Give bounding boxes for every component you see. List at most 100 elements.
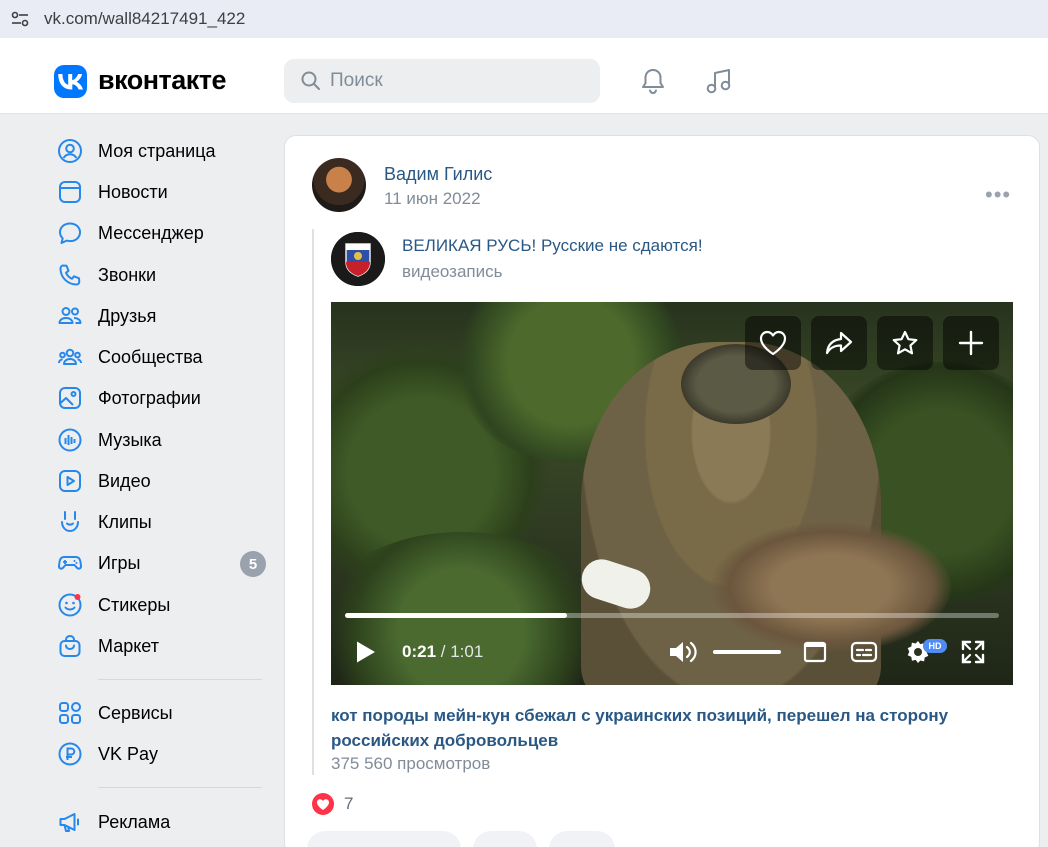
miniplayer-icon[interactable]: [802, 638, 828, 666]
video-icon: [56, 467, 84, 495]
sidebar-item-video[interactable]: Видео: [56, 466, 268, 496]
sidebar-item-label: Игры: [98, 552, 141, 573]
likes-count: 7: [344, 794, 354, 813]
plus-icon: [958, 330, 984, 356]
music-icon: [56, 426, 84, 454]
search-icon: [301, 71, 320, 90]
sidebar-item-label: Мессенджер: [98, 222, 204, 243]
vk-logo-icon[interactable]: [54, 65, 87, 98]
subtitles-icon[interactable]: [849, 638, 879, 666]
games-icon: [56, 549, 84, 577]
sidebar-item-news[interactable]: Новости: [56, 177, 268, 207]
sidebar-item-label: Музыка: [98, 429, 162, 450]
friends-icon: [56, 302, 84, 330]
play-icon[interactable]: [353, 638, 379, 666]
search-input[interactable]: [330, 69, 580, 93]
post-date[interactable]: 11 июн 2022: [384, 189, 481, 209]
sidebar-item-services[interactable]: Сервисы: [56, 698, 268, 728]
browser-address-bar: vk.com/wall84217491_422: [0, 0, 1048, 40]
video-like-button[interactable]: [745, 316, 801, 370]
phone-icon: [56, 261, 84, 289]
services-icon: [56, 699, 84, 727]
author-avatar[interactable]: [312, 158, 366, 212]
sidebar-item-label: Сервисы: [98, 702, 173, 723]
sidebar-item-label: VK Pay: [98, 743, 159, 764]
time-separator: /: [436, 642, 451, 661]
market-icon: [56, 632, 84, 660]
video-progress-fill: [345, 613, 568, 618]
vk-logo-text[interactable]: вконтакте: [98, 65, 227, 96]
volume-slider[interactable]: [713, 650, 781, 654]
sidebar-item-label: Маркет: [98, 635, 159, 656]
user-circle-icon: [56, 137, 84, 165]
sidebar-item-market[interactable]: Маркет: [56, 631, 268, 661]
sidebar-item-label: Реклама: [98, 811, 171, 832]
share-action-button[interactable]: [549, 831, 615, 847]
sidebar-item-calls[interactable]: Звонки: [56, 260, 268, 290]
site-settings-icon[interactable]: [10, 9, 30, 29]
star-outline-icon: [892, 330, 918, 355]
sidebar-item-messenger[interactable]: Мессенджер: [56, 218, 268, 248]
sidebar-item-stickers[interactable]: Стикеры: [56, 590, 268, 620]
sidebar-item-photos[interactable]: Фотографии: [56, 383, 268, 413]
sidebar-item-games[interactable]: Игры 5: [56, 548, 268, 578]
bell-icon[interactable]: [638, 66, 668, 96]
games-counter-badge: 5: [240, 551, 266, 577]
photos-icon: [56, 384, 84, 412]
sidebar-item-label: Сообщества: [98, 346, 203, 367]
volume-icon[interactable]: [667, 638, 699, 666]
video-time: 0:21 / 1:01: [402, 642, 483, 662]
sidebar-item-music[interactable]: Музыка: [56, 425, 268, 455]
duration: 1:01: [450, 642, 484, 661]
address-pill[interactable]: vk.com/wall84217491_422: [0, 0, 1048, 38]
like-action-button[interactable]: [307, 831, 461, 847]
video-progress-bar[interactable]: [345, 613, 999, 618]
vkpay-icon: [56, 740, 84, 768]
current-time: 0:21: [402, 642, 437, 661]
repost-type: видеозапись: [402, 262, 503, 281]
message-icon: [56, 219, 84, 247]
likes-summary[interactable]: 7: [312, 793, 353, 815]
sidebar-item-vkpay[interactable]: VK Pay: [56, 739, 268, 769]
more-options-icon[interactable]: •••: [985, 182, 1011, 208]
sidebar-item-label: Моя страница: [98, 140, 216, 161]
repost-title[interactable]: ВЕЛИКАЯ РУСЬ! Русские не сдаются!: [402, 236, 703, 256]
repost-line: [312, 229, 314, 775]
post-author[interactable]: Вадим Гилис: [384, 164, 492, 185]
fullscreen-icon[interactable]: [959, 638, 987, 666]
vk-header: вконтакте: [0, 40, 1048, 114]
sidebar-item-clips[interactable]: Клипы: [56, 507, 268, 537]
sidebar-divider: [98, 679, 262, 680]
share-arrow-icon: [825, 331, 853, 355]
sidebar-item-label: Новости: [98, 181, 168, 202]
stickers-icon: [56, 591, 84, 619]
video-views: 375 560 просмотров: [331, 754, 491, 773]
heart-outline-icon: [759, 330, 787, 356]
comment-action-button[interactable]: [473, 831, 537, 847]
video-share-button[interactable]: [811, 316, 867, 370]
video-frame-cat: [711, 522, 951, 652]
video-title[interactable]: кот породы мейн-кун сбежал с украинских …: [331, 703, 991, 753]
sidebar-item-label: Друзья: [98, 305, 157, 326]
sidebar-item-label: Стикеры: [98, 594, 171, 615]
video-add-button[interactable]: [943, 316, 999, 370]
sidebar-item-communities[interactable]: Сообщества: [56, 342, 268, 372]
repost-source-avatar[interactable]: [331, 232, 385, 286]
news-icon: [56, 178, 84, 206]
clips-icon: [56, 508, 84, 536]
quality-badge: HD: [923, 639, 947, 653]
music-note-icon[interactable]: [704, 66, 734, 96]
sidebar-item-ads[interactable]: Реклама: [56, 807, 268, 837]
sidebar-item-label: Фотографии: [98, 387, 201, 408]
wall-post: Вадим Гилис 11 июн 2022 ••• ВЕЛИКАЯ РУСЬ…: [284, 135, 1040, 847]
url-text[interactable]: vk.com/wall84217491_422: [44, 9, 245, 29]
sidebar-item-my-page[interactable]: Моя страница: [56, 136, 268, 166]
sidebar-item-label: Звонки: [98, 264, 157, 285]
video-favorite-button[interactable]: [877, 316, 933, 370]
sidebar-divider: [98, 787, 262, 788]
sidebar-item-friends[interactable]: Друзья: [56, 301, 268, 331]
video-player[interactable]: 0:21 / 1:01 HD: [331, 302, 1013, 685]
heart-filled-icon: [312, 793, 334, 815]
sidebar-item-label: Видео: [98, 470, 151, 491]
search-box[interactable]: [284, 59, 600, 103]
